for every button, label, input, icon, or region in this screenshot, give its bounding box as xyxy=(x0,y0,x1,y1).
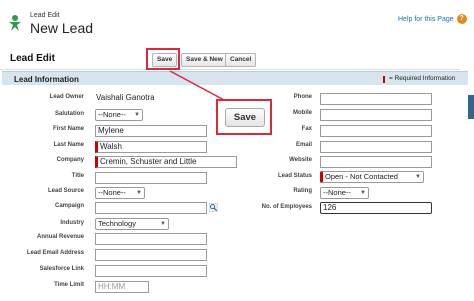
chevron-down-icon: ▼ xyxy=(160,221,166,227)
title-input[interactable] xyxy=(95,172,207,184)
help-link[interactable]: Help for this Page ? xyxy=(398,14,467,24)
salutation-select[interactable]: --None-- ▼ xyxy=(95,109,143,121)
campaign-label: Campaign xyxy=(54,203,84,209)
title-label: Title xyxy=(71,173,84,179)
company-input[interactable]: Cremin, Schuster and Little xyxy=(95,156,237,168)
section-title: Lead Information xyxy=(14,75,79,84)
lead-icon xyxy=(9,15,21,31)
save-callout-button[interactable]: Save xyxy=(225,108,265,127)
lead-source-label: Lead Source xyxy=(47,188,84,194)
lead-email-address-input[interactable] xyxy=(95,249,207,261)
side-tab[interactable] xyxy=(468,95,474,119)
lead-owner-label: Lead Owner xyxy=(49,94,84,100)
industry-select[interactable]: Technology ▼ xyxy=(95,218,169,230)
phone-input[interactable] xyxy=(320,93,432,105)
chevron-down-icon: ▼ xyxy=(136,190,142,196)
campaign-input[interactable] xyxy=(95,202,207,214)
email-label: Email xyxy=(295,142,312,148)
no-of-employees-input[interactable]: 126 xyxy=(320,202,432,214)
first-name-label: First Name xyxy=(52,126,84,132)
salutation-value: --None-- xyxy=(98,110,126,119)
lead-status-label: Lead Status xyxy=(277,173,312,179)
required-legend: = Required Information xyxy=(389,75,456,82)
save-and-new-button[interactable]: Save & New xyxy=(181,53,228,67)
lead-source-select[interactable]: --None-- ▼ xyxy=(95,187,145,199)
page-header: Lead Edit New Lead Help for this Page ? xyxy=(0,0,474,42)
lead-email-address-label: Lead Email Address xyxy=(26,250,84,256)
annual-revenue-input[interactable] xyxy=(95,233,207,245)
help-icon[interactable]: ? xyxy=(456,14,467,24)
edit-toolbar: Lead Edit Save Save & New Cancel xyxy=(0,45,460,70)
lookup-icon[interactable] xyxy=(209,203,218,212)
callout-connector xyxy=(169,70,227,102)
annual-revenue-label: Annual Revenue xyxy=(36,234,84,240)
time-limit-input[interactable]: HH:MM xyxy=(95,281,149,293)
lead-source-value: --None-- xyxy=(98,188,126,197)
lead-status-select[interactable]: Open - Not Contacted ▼ xyxy=(320,171,424,183)
website-input[interactable] xyxy=(320,156,432,168)
no-of-employees-label: No. of Employees xyxy=(261,204,312,210)
rating-select[interactable]: --None-- ▼ xyxy=(320,187,369,199)
save-callout: Save xyxy=(216,99,272,135)
last-name-input[interactable]: Walsh xyxy=(95,141,207,153)
rating-value: --None-- xyxy=(323,188,351,197)
company-label: Company xyxy=(56,157,84,163)
edit-title: Lead Edit xyxy=(10,53,56,64)
salesforce-link-label: Salesforce Link xyxy=(39,266,84,272)
salutation-label: Salutation xyxy=(54,111,84,117)
cancel-button[interactable]: Cancel xyxy=(225,53,257,67)
first-name-input[interactable]: Mylene xyxy=(95,125,207,137)
time-limit-placeholder: HH:MM xyxy=(98,282,126,291)
required-indicator xyxy=(383,76,385,83)
chevron-down-icon: ▼ xyxy=(360,190,366,196)
email-input[interactable] xyxy=(320,141,432,153)
chevron-down-icon: ▼ xyxy=(415,174,421,180)
fax-input[interactable] xyxy=(320,125,432,137)
page-subtitle: Lead Edit xyxy=(30,12,60,19)
website-label: Website xyxy=(289,157,312,163)
industry-label: Industry xyxy=(60,220,84,226)
save-button-highlight xyxy=(146,48,180,70)
industry-value: Technology xyxy=(98,219,136,228)
last-name-label: Last Name xyxy=(53,142,84,148)
chevron-down-icon: ▼ xyxy=(134,112,140,118)
lead-owner-value: Vaishali Ganotra xyxy=(96,93,155,102)
lead-status-value: Open - Not Contacted xyxy=(325,172,398,181)
rating-label: Rating xyxy=(293,188,312,194)
mobile-input[interactable] xyxy=(320,109,432,121)
help-link-label[interactable]: Help for this Page xyxy=(398,16,454,23)
salesforce-link-input[interactable] xyxy=(95,265,207,277)
time-limit-label: Time Limit xyxy=(54,282,84,288)
page-title: New Lead xyxy=(30,20,94,36)
